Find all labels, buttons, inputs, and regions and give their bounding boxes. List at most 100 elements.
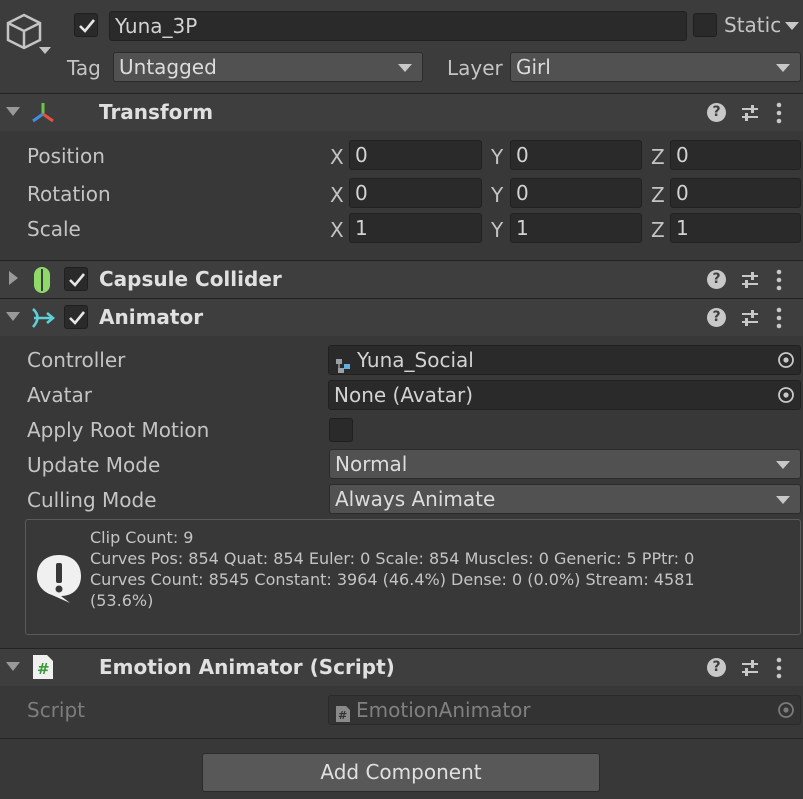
rotation-x-input[interactable]: 0 [349,178,482,208]
rotation-y-axis[interactable]: Y [491,183,503,207]
controller-value: Yuna_Social [357,348,474,372]
controller-label: Controller [27,348,126,372]
position-y-input[interactable]: 0 [510,140,642,170]
position-y-axis[interactable]: Y [491,145,503,169]
presets-icon[interactable] [740,103,760,128]
info-line-3: Curves Count: 8545 Constant: 3964 (46.4%… [90,570,695,589]
scale-y-input[interactable]: 1 [510,213,642,243]
emotion-animator-title: Emotion Animator (Script) [99,655,395,679]
tag-value: Untagged [119,55,217,79]
presets-icon[interactable] [740,270,760,295]
emotion-animator-header[interactable]: # Emotion Animator (Script) ? [0,648,803,686]
animator-body: Controller Yuna_Social Avatar None (Avat… [0,336,803,648]
scale-x-axis[interactable]: X [330,218,344,242]
icon-dropdown-caret-icon[interactable] [39,47,51,54]
avatar-object-field[interactable]: None (Avatar) [328,380,801,410]
update-mode-label: Update Mode [27,453,161,477]
help-icon[interactable]: ? [707,270,726,289]
rotation-y-input[interactable]: 0 [510,178,642,208]
static-dropdown-caret-icon[interactable] [785,22,799,30]
animator-header-icons: ? [707,306,793,330]
rotation-z-axis[interactable]: Z [651,183,665,207]
culling-mode-value: Always Animate [335,487,496,511]
checkmark-icon [79,19,96,33]
avatar-label: Avatar [27,383,92,407]
object-picker-target-icon [774,697,798,723]
position-z-input[interactable]: 0 [670,140,801,170]
layer-label: Layer [447,56,503,80]
info-line-4: (53.6%) [90,591,154,610]
scale-label[interactable]: Scale [27,217,81,241]
transform-axes-icon [30,100,56,126]
foldout-arrow-icon[interactable] [6,662,20,671]
animator-controller-icon [335,353,351,373]
animator-header[interactable]: Animator ? [0,298,803,336]
svg-text:#: # [37,660,50,678]
object-picker-target-icon[interactable] [774,382,798,408]
kebab-menu-icon[interactable] [775,269,783,296]
culling-mode-label: Culling Mode [27,488,157,512]
kebab-menu-icon[interactable] [775,102,783,129]
layer-value: Girl [516,55,551,79]
animator-title: Animator [99,305,204,329]
foldout-arrow-icon[interactable] [9,271,18,285]
kebab-menu-icon[interactable] [775,657,783,684]
rotation-label[interactable]: Rotation [27,182,111,206]
capsule-collider-header[interactable]: Capsule Collider ? [0,260,803,298]
update-mode-dropdown[interactable]: Normal [329,449,801,479]
chevron-down-icon [776,496,790,504]
active-checkbox[interactable] [74,13,98,37]
help-icon[interactable]: ? [707,103,726,122]
tag-dropdown[interactable]: Untagged [113,52,423,82]
culling-mode-dropdown[interactable]: Always Animate [329,484,801,514]
gameobject-cube-icon[interactable] [4,12,44,52]
animator-icon [30,305,56,331]
position-z-axis[interactable]: Z [651,145,665,169]
animator-enabled-checkbox[interactable] [64,305,88,329]
foldout-arrow-icon[interactable] [6,312,20,321]
scale-y-axis[interactable]: Y [491,218,503,242]
foldout-arrow-icon[interactable] [6,107,20,116]
help-icon[interactable]: ? [707,658,726,677]
add-component-button[interactable]: Add Component [202,753,600,792]
transform-header-icons: ? [707,101,793,125]
scale-z-axis[interactable]: Z [651,218,665,242]
transform-body: Position X 0 Y 0 Z 0 Rotation X 0 Y 0 Z … [0,131,803,260]
info-line-2: Curves Pos: 854 Quat: 854 Euler: 0 Scale… [90,549,695,568]
kebab-menu-icon[interactable] [775,307,783,334]
apply-root-motion-checkbox[interactable] [329,418,353,442]
presets-icon[interactable] [740,658,760,683]
bottom-separator [0,738,803,739]
add-component-label: Add Component [320,760,482,784]
capsule-collider-icon [33,266,51,294]
rotation-z-input[interactable]: 0 [670,178,801,208]
rotation-x-axis[interactable]: X [330,183,344,207]
emotion-animator-body: Script # EmotionAnimator [0,686,803,738]
scale-x-input[interactable]: 1 [349,213,482,243]
static-checkbox[interactable] [693,13,717,37]
object-picker-target-icon[interactable] [774,347,798,373]
info-line-1: Clip Count: 9 [90,528,194,547]
controller-object-field[interactable]: Yuna_Social [328,345,801,375]
checkmark-icon [69,311,86,325]
position-x-axis[interactable]: X [330,145,344,169]
chevron-down-icon [776,461,790,469]
object-name-input[interactable]: Yuna_3P [109,11,687,41]
transform-header[interactable]: Transform ? [0,93,803,131]
capsule-header-icons: ? [707,268,793,292]
capsule-collider-enabled-checkbox[interactable] [64,267,88,291]
presets-icon[interactable] [740,308,760,333]
scale-z-input[interactable]: 1 [670,213,801,243]
info-speech-bubble-icon [34,552,84,604]
update-mode-value: Normal [335,452,408,476]
position-x-input[interactable]: 0 [349,140,482,170]
apply-root-motion-label: Apply Root Motion [27,418,210,442]
layer-dropdown[interactable]: Girl [510,52,801,82]
avatar-value: None (Avatar) [334,383,474,407]
chevron-down-icon [398,64,412,72]
svg-text:#: # [338,709,347,722]
animator-info-box: Clip Count: 9 Curves Pos: 854 Quat: 854 … [25,519,801,635]
checkmark-icon [69,273,86,287]
help-icon[interactable]: ? [707,308,726,327]
position-label[interactable]: Position [27,144,105,168]
